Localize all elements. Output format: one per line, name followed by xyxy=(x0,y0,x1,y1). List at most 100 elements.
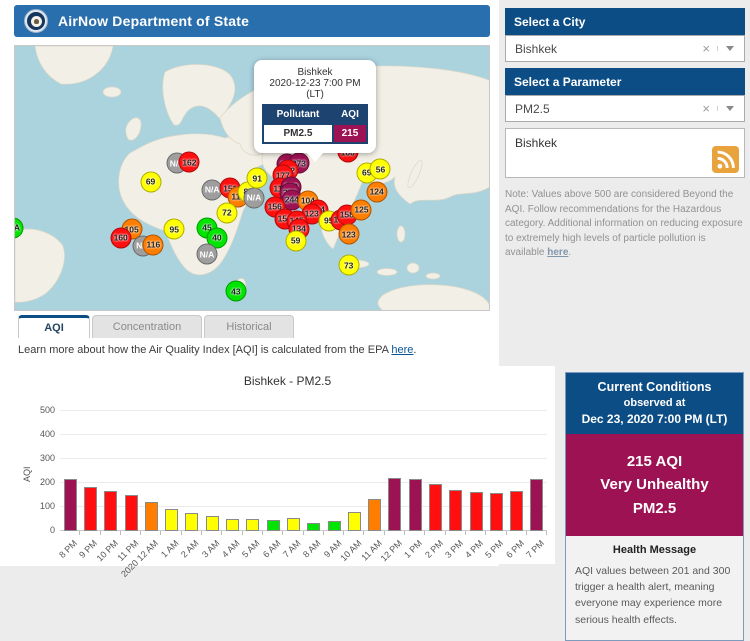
aqi-bubble[interactable]: 59 xyxy=(285,230,306,251)
aqi-bubble[interactable]: 124 xyxy=(366,181,387,202)
aqi-bar[interactable] xyxy=(246,519,259,531)
x-tick-label: 4 PM xyxy=(463,538,485,560)
aqi-bar[interactable] xyxy=(530,479,543,531)
aqi-bar[interactable] xyxy=(449,490,462,531)
cc-aqi-value: 215 AQI xyxy=(570,450,739,473)
aqi-bar[interactable] xyxy=(64,479,77,531)
aqi-bar[interactable] xyxy=(510,491,523,531)
tab-concentration[interactable]: Concentration xyxy=(92,315,202,338)
aqi-bubble[interactable]: 160 xyxy=(110,227,131,248)
bar-slot: 7 AM xyxy=(283,411,303,531)
aqi-bar[interactable] xyxy=(368,499,381,531)
select-city-label: Select a City xyxy=(514,15,585,29)
parameter-select-value: PM2.5 xyxy=(515,102,695,116)
bar-slot: 6 AM xyxy=(263,411,283,531)
bar-slot: 8 PM xyxy=(60,411,80,531)
aqi-bubble[interactable]: 116 xyxy=(143,234,164,255)
health-message-text: AQI values between 201 and 300 trigger a… xyxy=(575,563,734,628)
current-conditions-panel: Current Conditions observed at Dec 23, 2… xyxy=(565,372,744,641)
aqi-bar[interactable] xyxy=(429,484,442,531)
aqi-bubble[interactable]: 125 xyxy=(351,199,372,220)
aqi-bar[interactable] xyxy=(84,487,97,531)
cc-aqi-block: 215 AQI Very Unhealthy PM2.5 xyxy=(566,434,743,536)
parameter-select[interactable]: PM2.5 × xyxy=(505,95,745,122)
rss-icon[interactable] xyxy=(712,146,739,173)
city-clear-icon[interactable]: × xyxy=(695,41,717,56)
aqi-bubble[interactable]: 162 xyxy=(179,152,200,173)
bar-slot: 2020 12 AM xyxy=(141,411,161,531)
popup-timezone: (LT) xyxy=(262,89,368,100)
health-message-title: Health Message xyxy=(575,544,734,556)
aqi-bar[interactable] xyxy=(104,491,117,531)
aqi-bar[interactable] xyxy=(348,512,361,531)
bar-slot: 2 PM xyxy=(425,411,445,531)
aqi-bar[interactable] xyxy=(125,495,138,531)
aqi-bar[interactable] xyxy=(470,492,483,531)
aqi-bubble[interactable]: 69 xyxy=(140,171,161,192)
aqi-bar[interactable] xyxy=(226,519,239,531)
y-axis-label: AQI xyxy=(22,466,32,482)
cc-title: Current Conditions xyxy=(570,380,739,394)
city-select[interactable]: Bishkek × xyxy=(505,35,745,62)
x-tick-label: 4 AM xyxy=(220,538,242,560)
aqi-bar[interactable] xyxy=(185,513,198,531)
aqi-bar[interactable] xyxy=(206,516,219,531)
tab-historical[interactable]: Historical xyxy=(204,315,294,338)
aqi-bar[interactable] xyxy=(287,518,300,531)
aqi-bubble[interactable]: 95 xyxy=(164,219,185,240)
aqi-bubble[interactable]: 56 xyxy=(370,159,391,180)
bar-slot: 6 PM xyxy=(507,411,527,531)
aqi-bubble[interactable]: 43 xyxy=(225,281,246,302)
popup-aqi-value: 215 xyxy=(333,124,367,143)
parameter-caret-icon[interactable] xyxy=(717,106,738,111)
x-tick-label: 6 PM xyxy=(504,538,526,560)
parameter-clear-icon[interactable]: × xyxy=(695,101,717,116)
map-popup: Bishkek 2020-12-23 7:00 PM (LT) Pollutan… xyxy=(254,60,376,153)
aqi-bubble[interactable]: N/A xyxy=(243,187,264,208)
aqi-bar[interactable] xyxy=(409,479,422,531)
bar-slot: 7 PM xyxy=(527,411,547,531)
x-tick-label: 5 AM xyxy=(240,538,262,560)
aqi-bar[interactable] xyxy=(328,521,341,531)
x-tick-label: 10 AM xyxy=(338,538,363,563)
note-here-link[interactable]: here xyxy=(547,247,568,258)
x-tick-label: 2 AM xyxy=(179,538,201,560)
aqi-bubble[interactable]: N/A xyxy=(196,244,217,265)
aqi-bubble[interactable]: 72 xyxy=(216,202,237,223)
x-tick-label: 8 AM xyxy=(301,538,323,560)
aqi-bar[interactable] xyxy=(307,523,320,531)
aqi-bar[interactable] xyxy=(490,493,503,531)
aqi-bar[interactable] xyxy=(165,509,178,531)
y-tick-label: 0 xyxy=(50,525,55,535)
note-text: Note: Values above 500 are considered Be… xyxy=(505,189,743,258)
epa-here-link[interactable]: here xyxy=(391,344,413,356)
learn-more-suffix: . xyxy=(413,344,416,356)
note-suffix: . xyxy=(568,247,571,258)
bar-slot: 3 AM xyxy=(202,411,222,531)
x-tick-label: 2 PM xyxy=(423,538,445,560)
popup-pollutant-header: Pollutant xyxy=(263,105,333,124)
tab-bar: AQIConcentrationHistorical xyxy=(18,315,296,338)
bar-slot: 4 AM xyxy=(222,411,242,531)
tab-aqi[interactable]: AQI xyxy=(18,315,90,338)
x-tick-label: 3 PM xyxy=(443,538,465,560)
aqi-bubble[interactable]: 73 xyxy=(338,255,359,276)
y-tick-label: 500 xyxy=(40,405,55,415)
city-caret-icon[interactable] xyxy=(717,46,738,51)
city-feed-box: Bishkek xyxy=(505,128,745,178)
aqi-bubble[interactable]: 123 xyxy=(338,224,359,245)
world-aqi-map[interactable]: N/A16269N/A15111887N/A724595105160N/A116… xyxy=(14,45,490,311)
y-tick-label: 300 xyxy=(40,453,55,463)
bar-slot: 11 AM xyxy=(364,411,384,531)
aqi-bar[interactable] xyxy=(388,478,401,531)
aqi-bubble[interactable]: 91 xyxy=(247,168,268,189)
x-tick-label: 11 AM xyxy=(359,538,384,563)
popup-datetime: 2020-12-23 7:00 PM xyxy=(262,78,368,89)
aqi-bar[interactable] xyxy=(267,520,280,531)
bar-slot: 5 PM xyxy=(486,411,506,531)
aqi-bar[interactable] xyxy=(145,502,158,531)
x-tick-label: 7 PM xyxy=(524,538,546,560)
chart-title: Bishkek - PM2.5 xyxy=(20,366,555,388)
feed-city-text: Bishkek xyxy=(515,136,557,150)
cc-health-section: Health Message AQI values between 201 an… xyxy=(566,536,743,640)
